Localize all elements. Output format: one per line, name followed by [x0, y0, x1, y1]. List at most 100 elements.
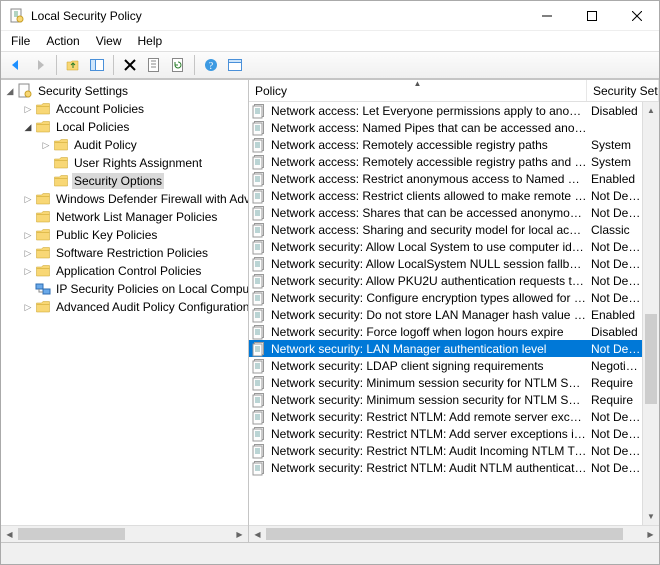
scroll-track[interactable] [266, 526, 642, 543]
list-item[interactable]: Network access: Named Pipes that can be … [249, 119, 642, 136]
tree-horizontal-scrollbar[interactable]: ◀ ▶ [1, 525, 248, 542]
tree-root[interactable]: ◢ Security Settings [1, 82, 248, 100]
export-list-button[interactable] [224, 54, 246, 76]
security-settings-icon [17, 83, 33, 99]
collapse-icon[interactable]: ◢ [3, 84, 17, 98]
list-item[interactable]: Network security: Configure encryption t… [249, 289, 642, 306]
tree-item[interactable]: Security Options [1, 172, 248, 190]
scroll-thumb[interactable] [645, 314, 657, 404]
maximize-button[interactable] [569, 1, 614, 30]
list-item[interactable]: Network security: Allow Local System to … [249, 238, 642, 255]
folder-icon [53, 173, 69, 189]
list-item[interactable]: Network access: Let Everyone permissions… [249, 102, 642, 119]
tree-item[interactable]: ▷ Audit Policy [1, 136, 248, 154]
list-horizontal-scrollbar[interactable]: ◀ ▶ [249, 525, 659, 542]
policy-name: Network access: Named Pipes that can be … [271, 121, 587, 135]
tree-item[interactable]: Network List Manager Policies [1, 208, 248, 226]
list-item[interactable]: Network access: Remotely accessible regi… [249, 153, 642, 170]
tree-item[interactable]: ▷Account Policies [1, 100, 248, 118]
policy-setting: Not Defined [587, 240, 642, 254]
policy-name: Network access: Shares that can be acces… [271, 206, 587, 220]
scroll-up-icon[interactable]: ▲ [643, 102, 659, 119]
list-item[interactable]: Network security: Restrict NTLM: Audit N… [249, 459, 642, 476]
tree-spacer [21, 282, 35, 296]
tree-item-label: Audit Policy [72, 137, 139, 153]
help-button[interactable]: ? [200, 54, 222, 76]
expand-icon[interactable]: ▷ [21, 192, 35, 206]
policy-name: Network access: Let Everyone permissions… [271, 104, 587, 118]
column-header-security-setting[interactable]: Security Setting [587, 80, 659, 101]
show-hide-tree-button[interactable] [86, 54, 108, 76]
list-item[interactable]: Network security: Restrict NTLM: Audit I… [249, 442, 642, 459]
tree-item[interactable]: ▷Application Control Policies [1, 262, 248, 280]
tree-item[interactable]: ▷Windows Defender Firewall with Advanced… [1, 190, 248, 208]
forward-button[interactable] [29, 54, 51, 76]
list-item[interactable]: Network security: Restrict NTLM: Add ser… [249, 425, 642, 442]
policy-name: Network security: Restrict NTLM: Add ser… [271, 427, 587, 441]
close-button[interactable] [614, 1, 659, 30]
policy-setting: Not Defined [587, 274, 642, 288]
list-item[interactable]: Network security: Allow LocalSystem NULL… [249, 255, 642, 272]
expand-icon[interactable]: ▷ [21, 102, 35, 116]
scroll-down-icon[interactable]: ▼ [643, 508, 659, 525]
list-item[interactable]: Network access: Restrict anonymous acces… [249, 170, 642, 187]
scroll-right-icon[interactable]: ▶ [642, 526, 659, 543]
tree[interactable]: ◢ Security Settings ▷Account Policies◢Lo… [1, 80, 248, 525]
list-item[interactable]: Network security: Minimum session securi… [249, 391, 642, 408]
tree-item[interactable]: ▷Advanced Audit Policy Configuration [1, 298, 248, 316]
list-item[interactable]: Network access: Restrict clients allowed… [249, 187, 642, 204]
scroll-right-icon[interactable]: ▶ [231, 526, 248, 543]
properties-button[interactable] [143, 54, 165, 76]
folder-icon [35, 299, 51, 315]
tree-item[interactable]: ▷Software Restriction Policies [1, 244, 248, 262]
scroll-track[interactable] [18, 526, 231, 543]
expand-icon[interactable]: ▷ [21, 246, 35, 260]
expand-icon[interactable]: ▷ [21, 228, 35, 242]
tree-item[interactable]: IP Security Policies on Local Computer [1, 280, 248, 298]
list-item[interactable]: Network security: Force logoff when logo… [249, 323, 642, 340]
list-item[interactable]: Network security: Minimum session securi… [249, 374, 642, 391]
list-item[interactable]: Network security: Do not store LAN Manag… [249, 306, 642, 323]
list-item[interactable]: Network security: Restrict NTLM: Add rem… [249, 408, 642, 425]
list-item[interactable]: Network access: Sharing and security mod… [249, 221, 642, 238]
menu-file[interactable]: File [3, 32, 38, 50]
tree-spacer [39, 174, 53, 188]
scroll-thumb[interactable] [266, 528, 623, 540]
policy-setting: Not Defined [587, 257, 642, 271]
list-item[interactable]: Network security: LDAP client signing re… [249, 357, 642, 374]
list-rows[interactable]: Network access: Let Everyone permissions… [249, 102, 642, 525]
menu-view[interactable]: View [88, 32, 130, 50]
scroll-left-icon[interactable]: ◀ [1, 526, 18, 543]
expand-icon[interactable]: ▷ [21, 264, 35, 278]
policy-icon [252, 222, 268, 238]
expand-icon[interactable]: ▷ [21, 300, 35, 314]
tree-item[interactable]: ▷ Public Key Policies [1, 226, 248, 244]
policy-setting: Not Defined [587, 444, 642, 458]
tree-item[interactable]: ◢Local Policies [1, 118, 248, 136]
list-item[interactable]: Network access: Remotely accessible regi… [249, 136, 642, 153]
column-header-policy[interactable]: ▲ Policy [249, 80, 587, 101]
scroll-thumb[interactable] [18, 528, 125, 540]
tree-item-label: Public Key Policies [54, 227, 159, 243]
tree-item[interactable]: User Rights Assignment [1, 154, 248, 172]
policy-name: Network security: LDAP client signing re… [271, 359, 587, 373]
scroll-track[interactable] [643, 119, 659, 508]
menu-help[interactable]: Help [130, 32, 171, 50]
back-button[interactable] [5, 54, 27, 76]
delete-button[interactable] [119, 54, 141, 76]
policy-setting: Disabled [587, 104, 642, 118]
policy-icon [252, 324, 268, 340]
policy-name: Network security: LAN Manager authentica… [271, 342, 587, 356]
refresh-button[interactable] [167, 54, 189, 76]
scroll-left-icon[interactable]: ◀ [249, 526, 266, 543]
expand-icon[interactable]: ▷ [39, 138, 53, 152]
up-button[interactable] [62, 54, 84, 76]
menu-action[interactable]: Action [38, 32, 87, 50]
list-item[interactable]: Network security: Allow PKU2U authentica… [249, 272, 642, 289]
policy-name: Network security: Restrict NTLM: Audit N… [271, 461, 587, 475]
collapse-icon[interactable]: ◢ [21, 120, 35, 134]
minimize-button[interactable] [524, 1, 569, 30]
list-item[interactable]: Network access: Shares that can be acces… [249, 204, 642, 221]
list-vertical-scrollbar[interactable]: ▲ ▼ [642, 102, 659, 525]
list-item[interactable]: Network security: LAN Manager authentica… [249, 340, 642, 357]
